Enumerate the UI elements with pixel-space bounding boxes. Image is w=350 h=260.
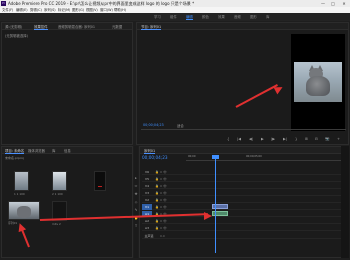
track-row: 主声道 0.0 <box>142 233 348 239</box>
track-label[interactable]: V2 <box>142 197 152 203</box>
tab-media-browser[interactable]: 媒体浏览器 <box>28 148 45 153</box>
workspace-tab-editing[interactable]: 编辑 <box>186 13 193 21</box>
timeline-timecode[interactable]: 00;00;04;23 <box>142 155 168 160</box>
move-tool-icon[interactable]: ✥ <box>134 192 138 196</box>
track-controls[interactable]: 🔒 ⊙ 👁 <box>155 225 167 231</box>
add-button[interactable]: + <box>337 137 340 141</box>
track-row: V5 🔒 ⊙ 👁 <box>142 176 348 182</box>
project-panel-tabs: 项目: 未命名 媒体浏览器 库 信息 <box>2 147 132 154</box>
tab-info[interactable]: 信息 <box>64 148 71 153</box>
ripple-edit-tool-icon[interactable]: ⇔ <box>134 184 138 188</box>
track-row: V2 🔒 ⊙ 👁 <box>142 197 348 203</box>
workspace-tab-effects[interactable]: 效果 <box>218 13 225 21</box>
track-controls[interactable]: 🔒 ⊙ 👁 <box>155 183 167 189</box>
workspace-tab-audio[interactable]: 音频 <box>234 13 241 21</box>
project-panel: 项目: 未命名 媒体浏览器 库 信息 未命名.prproj 1 1 100 2 … <box>1 146 133 258</box>
track-row: A3 🔒 ⊙ 👁 <box>142 225 348 231</box>
maximize-button[interactable]: □ <box>328 0 338 7</box>
go-to-out-button[interactable]: ▶| <box>283 137 287 141</box>
track-row: V3 🔒 ⊙ 👁 <box>142 190 348 196</box>
workspace-tab-learn[interactable]: 学习 <box>154 13 161 21</box>
track-row: V6 🔒 ⊙ 👁 <box>142 169 348 175</box>
master-volume[interactable]: 0.0 <box>160 233 165 239</box>
audio-meter <box>341 146 349 258</box>
window-title: Adobe Premiere Pro CC 2019 - E:\pr\怎么让视频… <box>8 1 195 6</box>
zoom-fit-dropdown[interactable]: 适合 <box>177 123 184 128</box>
mark-in-button[interactable]: { <box>227 137 229 141</box>
play-button[interactable]: ▶ <box>261 137 264 141</box>
workspace-tab-assembly[interactable]: 组件 <box>170 13 177 21</box>
project-item-thumbnail-2[interactable] <box>52 171 67 191</box>
step-back-button[interactable]: ◀| <box>249 137 253 141</box>
step-forward-button[interactable]: |▶ <box>271 137 275 141</box>
track-row: V1 🔒 ⊙ 👁 <box>142 204 348 210</box>
project-item-thumbnail-4[interactable] <box>8 201 40 220</box>
track-label[interactable]: V3 <box>142 190 152 196</box>
program-monitor-header: 节目: 序列01 <box>137 23 348 30</box>
tab-program[interactable]: 节目: 序列01 <box>141 24 162 30</box>
track-controls[interactable]: 🔒 ⊙ 👁 <box>155 176 167 182</box>
tab-effect-controls[interactable]: 效果控件 <box>34 24 48 30</box>
selection-tool-icon[interactable]: ▸ <box>134 176 138 180</box>
go-to-in-button[interactable]: |◀ <box>237 137 241 141</box>
workspace-tab-libraries[interactable]: 库 <box>266 13 269 21</box>
project-item-label-5: m4v 2 <box>52 222 61 226</box>
workspace-bar: 学习 组件 编辑 颜色 效果 音频 图形 库 <box>0 13 350 21</box>
track-label[interactable]: V6 <box>142 169 152 175</box>
effect-controls-tabs: 源:(无剪辑) 效果控件 音频剪辑混合器: 序列01 元数据 <box>2 23 132 30</box>
mark-out-button[interactable]: } <box>295 137 297 141</box>
program-timecode[interactable]: 00;00;04;23 <box>143 123 164 127</box>
playhead[interactable] <box>215 155 216 253</box>
playhead-handle[interactable] <box>212 155 219 159</box>
tools-panel: ▸ ⇔ ✥ ◇ ✎ ✋ T <box>134 146 138 258</box>
track-label[interactable]: 主声道 <box>142 233 156 239</box>
track-controls[interactable]: 🔒 ⊙ 👁 <box>155 204 167 210</box>
track-row: A2 🔒 ⊙ 👁 <box>142 218 348 224</box>
tab-sequence[interactable]: 序列01 <box>144 148 156 154</box>
ruler-label-5s: 00;00;05;00 <box>246 155 262 158</box>
track-label[interactable]: V5 <box>142 176 152 182</box>
tab-libraries[interactable]: 库 <box>52 148 55 153</box>
track-controls[interactable]: 🔒 ⊙ 👁 <box>155 218 167 224</box>
timeline-panel: 序列01 00;00;04;23 00;00 00;00;05;00 V6 🔒 … <box>139 146 349 258</box>
program-scrubber[interactable] <box>141 129 346 130</box>
track-controls[interactable]: 🔒 ⊙ 👁 <box>155 169 167 175</box>
tab-project[interactable]: 项目: 未命名 <box>5 148 25 154</box>
effect-controls-panel: 源:(无剪辑) 效果控件 音频剪辑混合器: 序列01 元数据 (无剪辑被选择) <box>1 22 133 145</box>
timeline-header: 序列01 <box>140 147 348 154</box>
export-frame-icon[interactable]: 📷 <box>325 137 329 141</box>
lift-button[interactable]: ⊞ <box>305 137 308 141</box>
track-label[interactable]: A2 <box>142 218 152 224</box>
premiere-logo-icon: Pr <box>1 1 6 6</box>
annotation-arrow-timeline-head <box>204 212 212 220</box>
minimize-button[interactable]: — <box>318 0 328 7</box>
program-monitor: 节目: 序列01 00;00;04;23 适合 { |◀ ◀| ▶ |▶ ▶| … <box>136 22 349 145</box>
slip-tool-icon[interactable]: ◇ <box>134 200 138 204</box>
track-row: V4 🔒 ⊙ 👁 <box>142 183 348 189</box>
extract-button[interactable]: ⊟ <box>315 137 318 141</box>
tab-metadata[interactable]: 元数据 <box>112 24 122 29</box>
cat-video-image <box>294 62 342 102</box>
type-tool-icon[interactable]: T <box>134 224 138 228</box>
workspace-tab-color[interactable]: 颜色 <box>202 13 209 21</box>
close-button[interactable]: ✕ <box>339 0 349 7</box>
workspace-tab-graphics[interactable]: 图形 <box>250 13 257 21</box>
project-item-label-2: 2 1 100 <box>52 192 63 196</box>
timeline-ruler[interactable]: 00;00 00;00;05;00 <box>186 155 348 161</box>
no-clip-selected-text: (无剪辑被选择) <box>5 34 28 38</box>
pen-tool-icon[interactable]: ✎ <box>134 208 138 212</box>
project-path: 未命名.prproj <box>5 156 24 160</box>
project-item-thumbnail-1[interactable] <box>14 171 29 191</box>
track-controls[interactable]: 🔒 ⊙ 👁 <box>155 197 167 203</box>
tab-source[interactable]: 源:(无剪辑) <box>5 24 22 29</box>
track-label[interactable]: V4 <box>142 183 152 189</box>
track-label[interactable]: V1 <box>142 204 152 210</box>
tab-audio-clip-mixer[interactable]: 音频剪辑混合器: 序列01 <box>58 24 95 29</box>
track-controls[interactable]: 🔒 ⊙ 👁 <box>155 190 167 196</box>
project-item-thumbnail-3[interactable] <box>94 171 106 191</box>
title-bar: Pr Adobe Premiere Pro CC 2019 - E:\pr\怎么… <box>0 0 350 7</box>
track-label[interactable]: A3 <box>142 225 152 231</box>
project-item-label-1: 1 1 100 <box>14 192 25 196</box>
ruler-label-start: 00;00 <box>188 155 196 158</box>
